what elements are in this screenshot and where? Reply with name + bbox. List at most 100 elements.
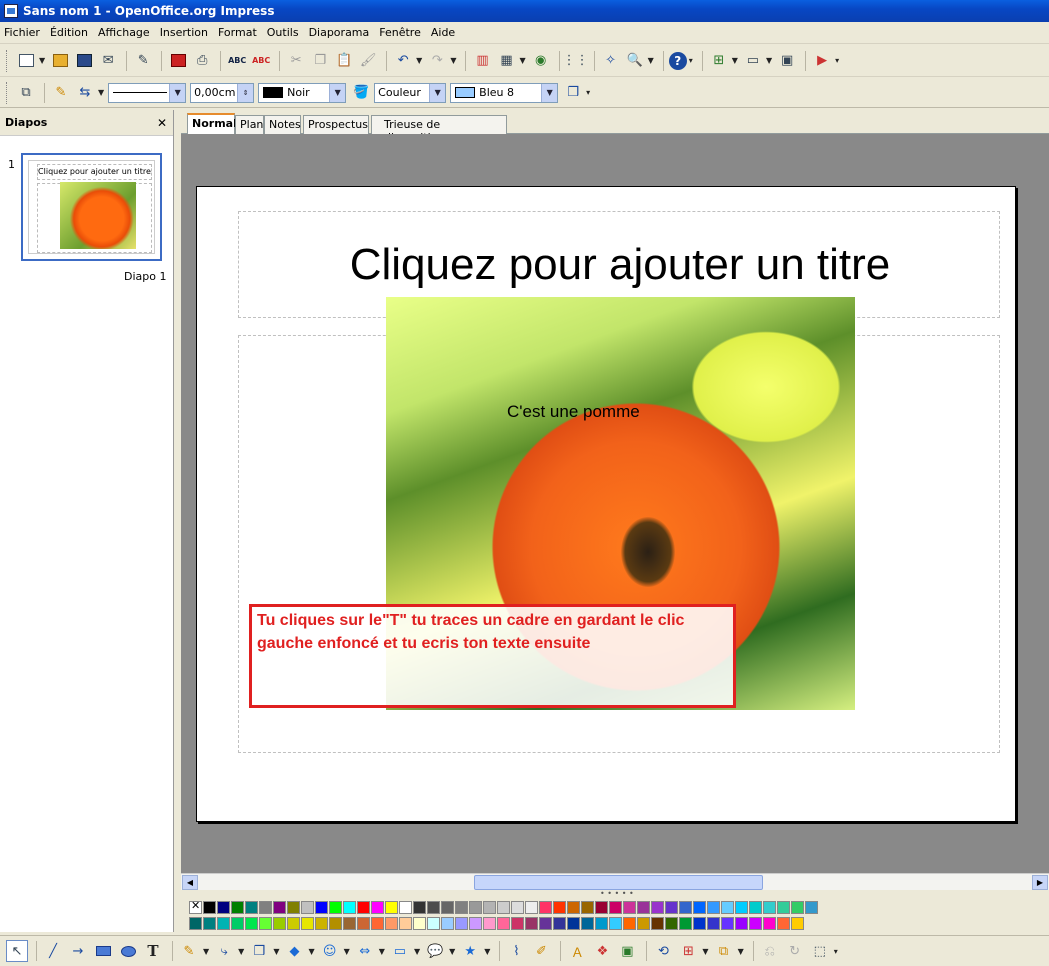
scroll-thumb[interactable] [474,875,763,890]
color-swatch[interactable] [357,917,370,930]
color-swatch[interactable] [371,917,384,930]
color-swatch[interactable] [189,917,202,930]
color-swatch[interactable] [567,901,580,914]
color-swatch[interactable] [721,901,734,914]
slide-layout-icon[interactable]: ▭ [742,50,764,72]
close-icon[interactable]: ✕ [157,116,167,130]
alignment-icon[interactable]: ⊞ [677,940,699,962]
scroll-left-icon[interactable]: ◀ [182,875,198,890]
color-swatch[interactable] [637,901,650,914]
tab-notes[interactable]: Notes [264,115,301,134]
menu-outils[interactable]: Outils [267,26,299,39]
color-swatch[interactable] [791,917,804,930]
block-arrows-dropdown-icon[interactable]: ▼ [379,947,385,956]
menu-format[interactable]: Format [218,26,257,39]
arrange-dropdown-icon[interactable]: ▼ [738,947,744,956]
format-paintbrush-icon[interactable]: 🖌 [357,50,379,72]
copy-icon[interactable]: ❐ [309,50,331,72]
autospellcheck-icon[interactable]: ABC [250,50,272,72]
basic-shapes-icon[interactable]: ◆ [283,940,305,962]
color-swatch[interactable] [231,901,244,914]
callouts-icon[interactable]: 💬 [424,940,446,962]
edit-points-icon[interactable]: ⌇ [505,940,527,962]
color-swatch[interactable] [343,901,356,914]
color-swatch[interactable] [203,901,216,914]
color-swatch[interactable] [427,917,440,930]
color-swatch[interactable] [651,901,664,914]
rotate-icon[interactable]: ⟲ [652,940,674,962]
flowchart-icon[interactable]: ▭ [389,940,411,962]
color-swatch[interactable] [805,901,818,914]
color-swatch[interactable] [231,917,244,930]
table-dropdown-icon[interactable]: ▼ [519,56,525,65]
color-swatch[interactable] [399,917,412,930]
slideshow-icon[interactable]: ▶ [811,50,833,72]
flowchart-dropdown-icon[interactable]: ▼ [414,947,420,956]
new-dropdown-icon[interactable]: ▼ [39,56,45,65]
color-swatch[interactable] [483,901,496,914]
color-swatch[interactable] [287,901,300,914]
color-swatch[interactable] [623,917,636,930]
color-swatch[interactable] [497,901,510,914]
save-icon[interactable] [73,50,95,72]
color-swatch[interactable] [735,917,748,930]
color-swatch[interactable] [413,901,426,914]
callouts-dropdown-icon[interactable]: ▼ [449,947,455,956]
color-swatch[interactable] [343,917,356,930]
color-swatch[interactable] [553,901,566,914]
email-icon[interactable]: ✉ [97,50,119,72]
color-swatch[interactable] [455,901,468,914]
color-swatch[interactable] [609,901,622,914]
curve-tool-icon[interactable]: ✎ [178,940,200,962]
connector-tool-icon[interactable]: ⤷ [213,940,235,962]
chevron-down-icon[interactable]: ▼ [429,83,446,102]
color-swatch[interactable] [567,917,580,930]
text-tool-icon[interactable]: T [142,940,164,962]
horizontal-scrollbar[interactable]: ◀ ▶ [181,873,1049,890]
color-swatch[interactable] [735,901,748,914]
color-swatch[interactable] [763,917,776,930]
menu-aide[interactable]: Aide [431,26,455,39]
fontwork-gallery-icon[interactable]: Ａ [566,940,588,962]
spellcheck-icon[interactable]: ABC [226,50,248,72]
color-swatch[interactable] [525,917,538,930]
color-swatch[interactable] [511,901,524,914]
color-swatch[interactable] [665,901,678,914]
line-width-field[interactable]: 0,00cm ⇕ [190,82,255,103]
color-swatch[interactable] [581,901,594,914]
stars-dropdown-icon[interactable]: ▼ [484,947,490,956]
color-swatch[interactable] [329,917,342,930]
open-folder-icon[interactable] [49,50,71,72]
color-swatch[interactable] [679,901,692,914]
color-swatch[interactable] [455,917,468,930]
color-swatch[interactable] [693,917,706,930]
line-icon[interactable]: ✎ [50,82,72,104]
menu-insertion[interactable]: Insertion [160,26,208,39]
insert-chart-icon[interactable]: ▥ [471,50,493,72]
color-swatch[interactable] [301,901,314,914]
color-swatch[interactable] [245,917,258,930]
color-swatch[interactable] [259,917,272,930]
color-swatch[interactable] [483,917,496,930]
no-fill-swatch[interactable] [189,899,202,914]
print-icon[interactable]: ⎙ [191,50,213,72]
color-swatch[interactable] [553,917,566,930]
color-swatch[interactable] [399,901,412,914]
ellipse-tool-icon[interactable] [117,940,139,962]
new-document-icon[interactable] [15,50,37,72]
edit-file-icon[interactable]: ✎ [132,50,154,72]
color-swatch[interactable] [609,917,622,930]
block-arrows-icon[interactable]: ⇔ [354,940,376,962]
3d-effects-icon[interactable]: ⬚ [809,940,831,962]
toolbar-overflow-icon[interactable]: ▾ [586,88,590,97]
line-color-select[interactable]: Noir ▼ [258,82,347,103]
color-swatch[interactable] [777,917,790,930]
color-swatch[interactable] [357,901,370,914]
symbol-shapes-dropdown-icon[interactable]: ▼ [344,947,350,956]
color-swatch[interactable] [763,901,776,914]
tab-trieuse[interactable]: Trieuse de diapositives [371,115,507,144]
show-grid-icon[interactable]: ⋮⋮ [563,50,589,72]
fill-color-select[interactable]: Bleu 8 ▼ [450,82,559,103]
undo-icon[interactable]: ↶ [392,50,414,72]
arrow-line-tool-icon[interactable]: → [67,940,89,962]
